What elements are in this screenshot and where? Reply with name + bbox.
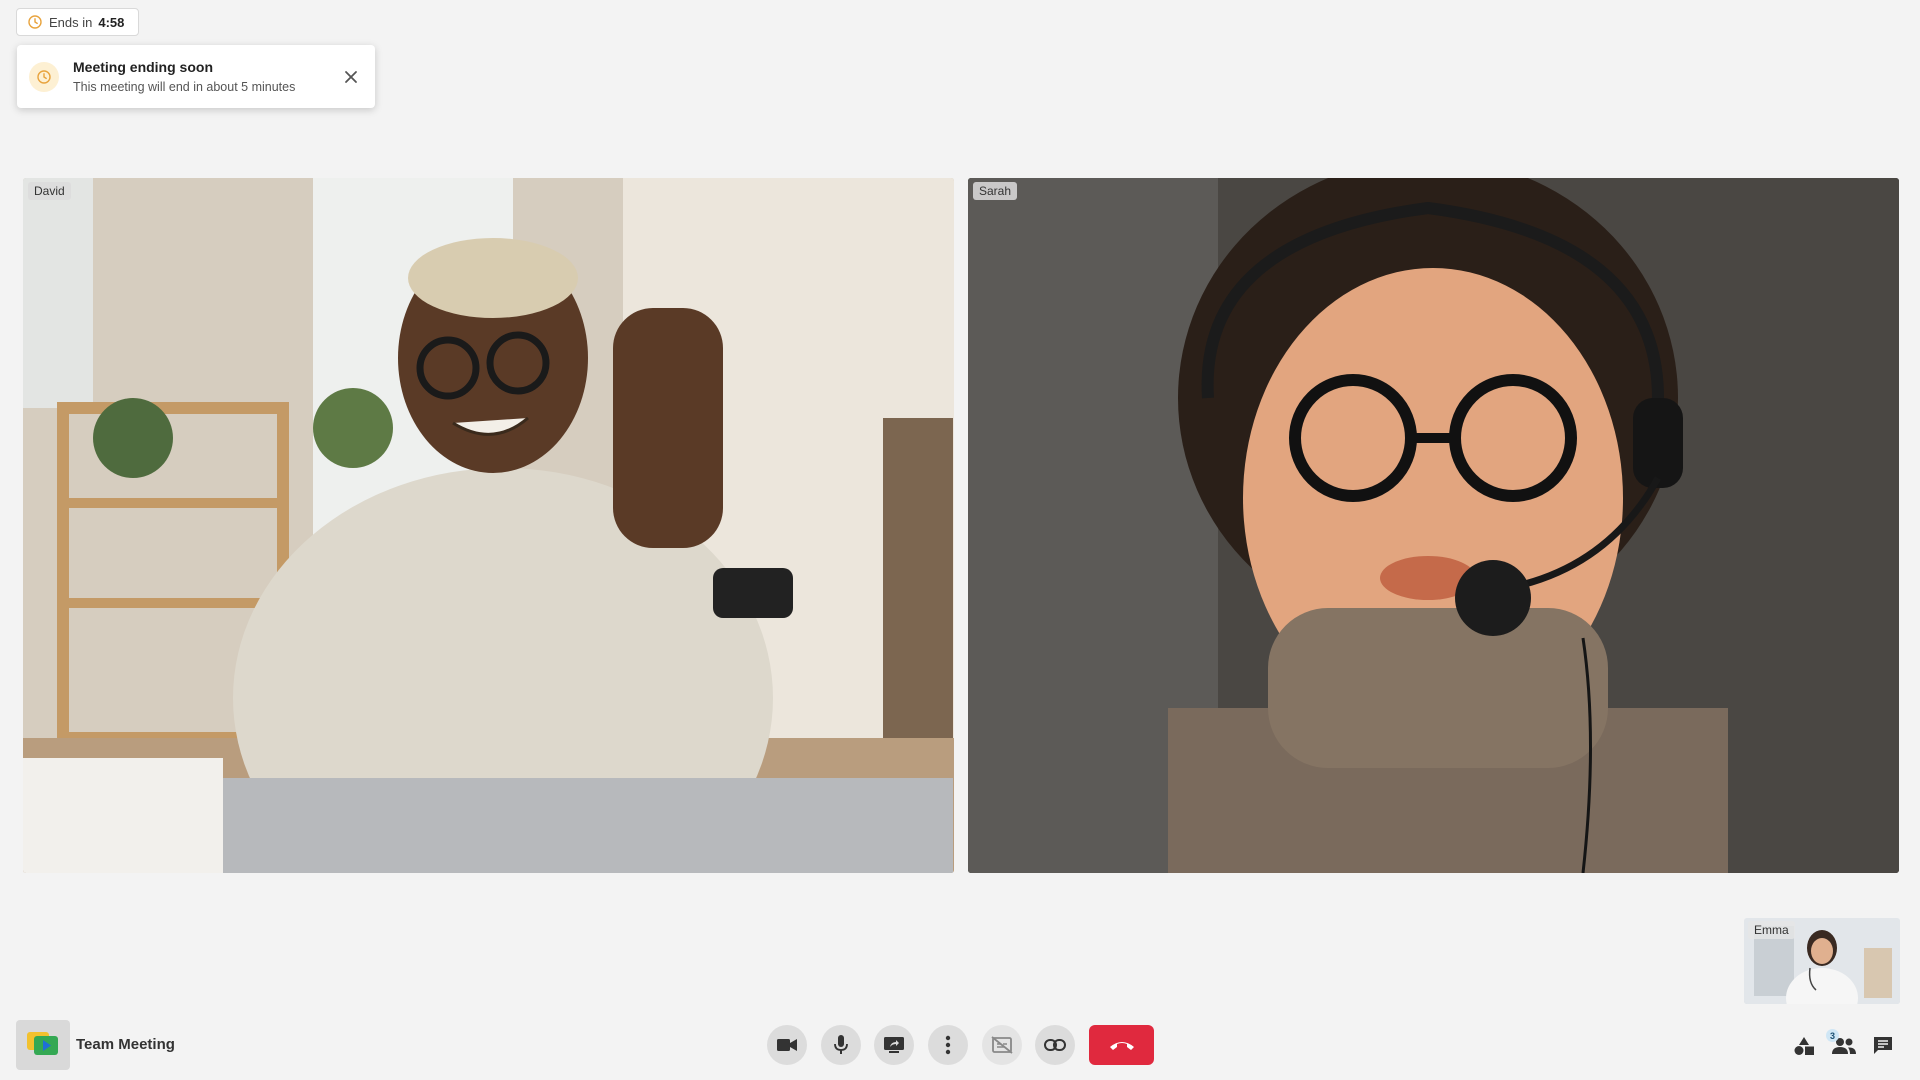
hang-up-icon — [1109, 1042, 1134, 1050]
participants-count-badge: 3 — [1826, 1029, 1839, 1042]
more-options-icon — [945, 1035, 951, 1055]
timer-value: 4:58 — [98, 14, 125, 30]
hang-up-button[interactable] — [1089, 1025, 1154, 1065]
screen-share-button[interactable] — [874, 1025, 914, 1065]
close-icon[interactable] — [339, 65, 363, 89]
participant-name-tag: David — [28, 182, 71, 200]
captions-off-icon — [991, 1036, 1013, 1054]
camera-icon — [777, 1039, 797, 1051]
meeting-ending-toast: Meeting ending soon This meeting will en… — [17, 45, 375, 108]
shapes-icon — [1794, 1037, 1814, 1055]
meeting-title: Team Meeting — [76, 1036, 175, 1053]
video-tile-sarah[interactable]: Sarah — [968, 178, 1899, 873]
more-options-button[interactable] — [928, 1025, 968, 1065]
chat-button[interactable] — [1869, 1032, 1897, 1060]
microphone-button[interactable] — [821, 1025, 861, 1065]
screen-share-icon — [884, 1037, 904, 1053]
chat-icon — [1874, 1037, 1892, 1054]
participant-video — [968, 178, 1899, 873]
clock-icon — [29, 61, 59, 92]
self-name-tag: Emma — [1748, 921, 1795, 939]
video-tile-david[interactable]: David — [23, 178, 954, 873]
toast-text: Meeting ending soon This meeting will en… — [73, 58, 339, 96]
link-icon — [1044, 1039, 1066, 1051]
toast-body: This meeting will end in about 5 minutes — [73, 79, 296, 94]
timer-prefix: Ends in — [49, 14, 93, 30]
bottom-toolbar: Team Meeting 3 — [0, 1010, 1920, 1080]
clock-icon — [28, 15, 42, 29]
participant-video — [23, 178, 954, 873]
activities-button[interactable] — [1790, 1032, 1818, 1060]
self-view-tile[interactable]: Emma — [1744, 918, 1900, 1004]
toast-title: Meeting ending soon — [73, 58, 213, 75]
microphone-icon — [834, 1035, 848, 1054]
copy-link-button[interactable] — [1035, 1025, 1075, 1065]
app-logo-icon — [16, 1020, 70, 1070]
participant-name-tag: Sarah — [973, 182, 1018, 200]
captions-button[interactable] — [982, 1025, 1022, 1065]
meeting-timer: Ends in 4:58 — [16, 8, 139, 36]
camera-button[interactable] — [767, 1025, 807, 1065]
